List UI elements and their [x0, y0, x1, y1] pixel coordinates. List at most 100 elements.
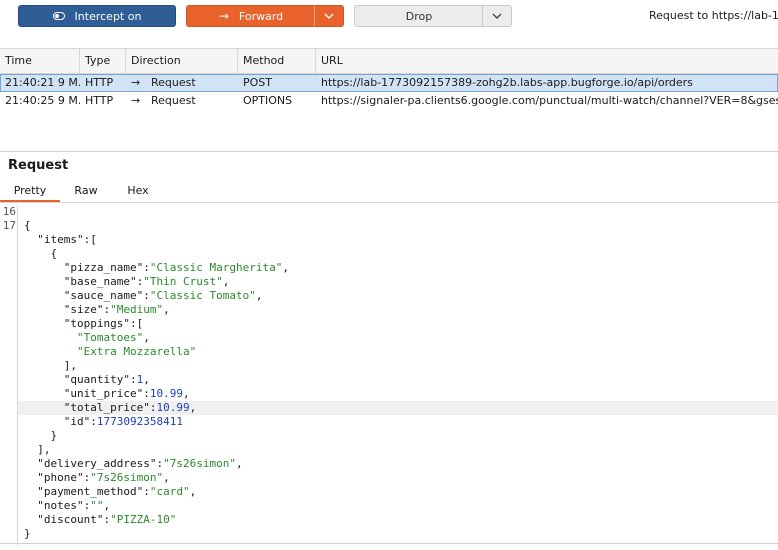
json-punctuation: { — [50, 247, 58, 260]
code-line: ], — [24, 443, 778, 457]
table-row[interactable]: 21:40:21 9 M... HTTP → Request POST https… — [0, 74, 778, 92]
column-header-type[interactable]: Type — [80, 49, 126, 73]
direction-text: Request — [151, 76, 196, 89]
json-string: "Classic Tomato" — [149, 289, 256, 302]
json-colon: : — [143, 289, 150, 302]
json-punctuation: , — [282, 261, 289, 274]
json-key: "total_price" — [63, 401, 150, 414]
json-punctuation: ], — [37, 443, 51, 456]
json-key: "phone" — [37, 471, 84, 484]
line-number-gutter: 16 17 — [0, 205, 18, 545]
tab-hex[interactable]: Hex — [112, 181, 164, 202]
forward-button[interactable]: → Forward — [186, 5, 344, 27]
column-header-method[interactable]: Method — [238, 49, 316, 73]
json-punctuation: ], — [63, 359, 77, 372]
json-string: "Thin Crust" — [143, 275, 223, 288]
cell-url: https://lab-1773092157389-zohg2b.labs-ap… — [321, 76, 693, 89]
code-line: "phone":"7s26simon", — [24, 471, 778, 485]
json-colon: : — [129, 373, 137, 386]
intercept-toggle-button[interactable]: Intercept on — [18, 5, 176, 27]
forward-label: Forward — [238, 9, 284, 23]
json-string: "" — [90, 499, 104, 512]
chevron-down-icon — [492, 13, 502, 19]
cell-method: OPTIONS — [243, 94, 293, 107]
json-string: "PIZZA-10" — [110, 513, 177, 526]
json-punctuation: { — [24, 219, 31, 232]
json-colon: : — [90, 415, 97, 428]
json-key: "delivery_address" — [37, 457, 157, 470]
cell-type: HTTP — [85, 94, 114, 107]
arrow-right-icon: → — [218, 9, 229, 23]
json-number: 1773092358411 — [96, 415, 183, 428]
table-row[interactable]: 21:40:25 9 M... HTTP → Request OPTIONS ht… — [0, 92, 778, 110]
json-key: "toppings" — [63, 317, 130, 330]
code-line: "notes":"", — [24, 499, 778, 513]
code-line: "Tomatoes", — [24, 331, 778, 345]
json-number: 10.99 — [149, 387, 183, 400]
json-punctuation: , — [143, 373, 150, 386]
toggle-icon — [52, 12, 65, 20]
json-punctuation: , — [189, 485, 197, 498]
code-line: "total_price":10.99, — [24, 401, 778, 415]
code-line: "pizza_name":"Classic Margherita", — [24, 261, 778, 275]
json-string: "Extra Mozzarella" — [76, 345, 197, 358]
json-punctuation: :[ — [83, 233, 97, 246]
panel-divider[interactable] — [0, 151, 778, 152]
code-line: "delivery_address":"7s26simon", — [24, 457, 778, 471]
code-line: "base_name":"Thin Crust", — [24, 275, 778, 289]
request-panel-title: Request — [8, 158, 69, 173]
json-colon: : — [143, 261, 150, 274]
forward-dropdown-button[interactable] — [314, 6, 343, 26]
request-target-label: Request to https://lab-17 — [649, 9, 778, 22]
drop-dropdown-button[interactable] — [482, 6, 511, 26]
json-key: "pizza_name" — [63, 261, 144, 274]
column-header-direction[interactable]: Direction — [126, 49, 238, 73]
arrow-right-icon: → — [131, 94, 141, 107]
code-line: "id":1773092358411 — [24, 415, 778, 429]
tab-pretty[interactable]: Pretty — [0, 181, 60, 202]
json-punctuation: , — [143, 331, 150, 344]
json-punctuation: , — [235, 457, 243, 470]
json-number: 10.99 — [156, 401, 190, 414]
json-key: "base_name" — [63, 275, 137, 288]
code-line: "items":[ — [24, 233, 778, 247]
request-body-editor[interactable]: 16 17 { "items":[ { "pizza_name":"Classi… — [0, 205, 778, 545]
cell-direction: → Request — [126, 92, 238, 110]
column-header-time[interactable]: Time — [0, 49, 80, 73]
line-number: 16 — [2, 205, 16, 218]
column-header-url[interactable]: URL — [316, 49, 778, 73]
tab-raw[interactable]: Raw — [60, 181, 112, 202]
code-line: "payment_method":"card", — [24, 485, 778, 499]
json-punctuation: , — [103, 499, 111, 512]
json-colon: : — [143, 387, 150, 400]
drop-label: Drop — [405, 9, 433, 23]
direction-text: Request — [151, 94, 196, 107]
json-key: "items" — [37, 233, 84, 246]
code-line: ], — [24, 359, 778, 373]
json-string: "Classic Margherita" — [149, 261, 283, 274]
drop-button[interactable]: Drop — [354, 5, 512, 27]
intercept-label: Intercept on — [74, 9, 142, 23]
json-key: "id" — [63, 415, 91, 428]
code-line: "sauce_name":"Classic Tomato", — [24, 289, 778, 303]
code-line: "discount":"PIZZA-10" — [24, 513, 778, 527]
code-line: "size":"Medium", — [24, 303, 778, 317]
json-punctuation: , — [163, 303, 170, 316]
cell-url: https://signaler-pa.clients6.google.com/… — [321, 94, 778, 107]
arrow-right-icon: → — [131, 76, 141, 89]
json-string: "7s26simon" — [90, 471, 164, 484]
chevron-down-icon — [324, 13, 334, 19]
json-punctuation: :[ — [129, 317, 144, 330]
